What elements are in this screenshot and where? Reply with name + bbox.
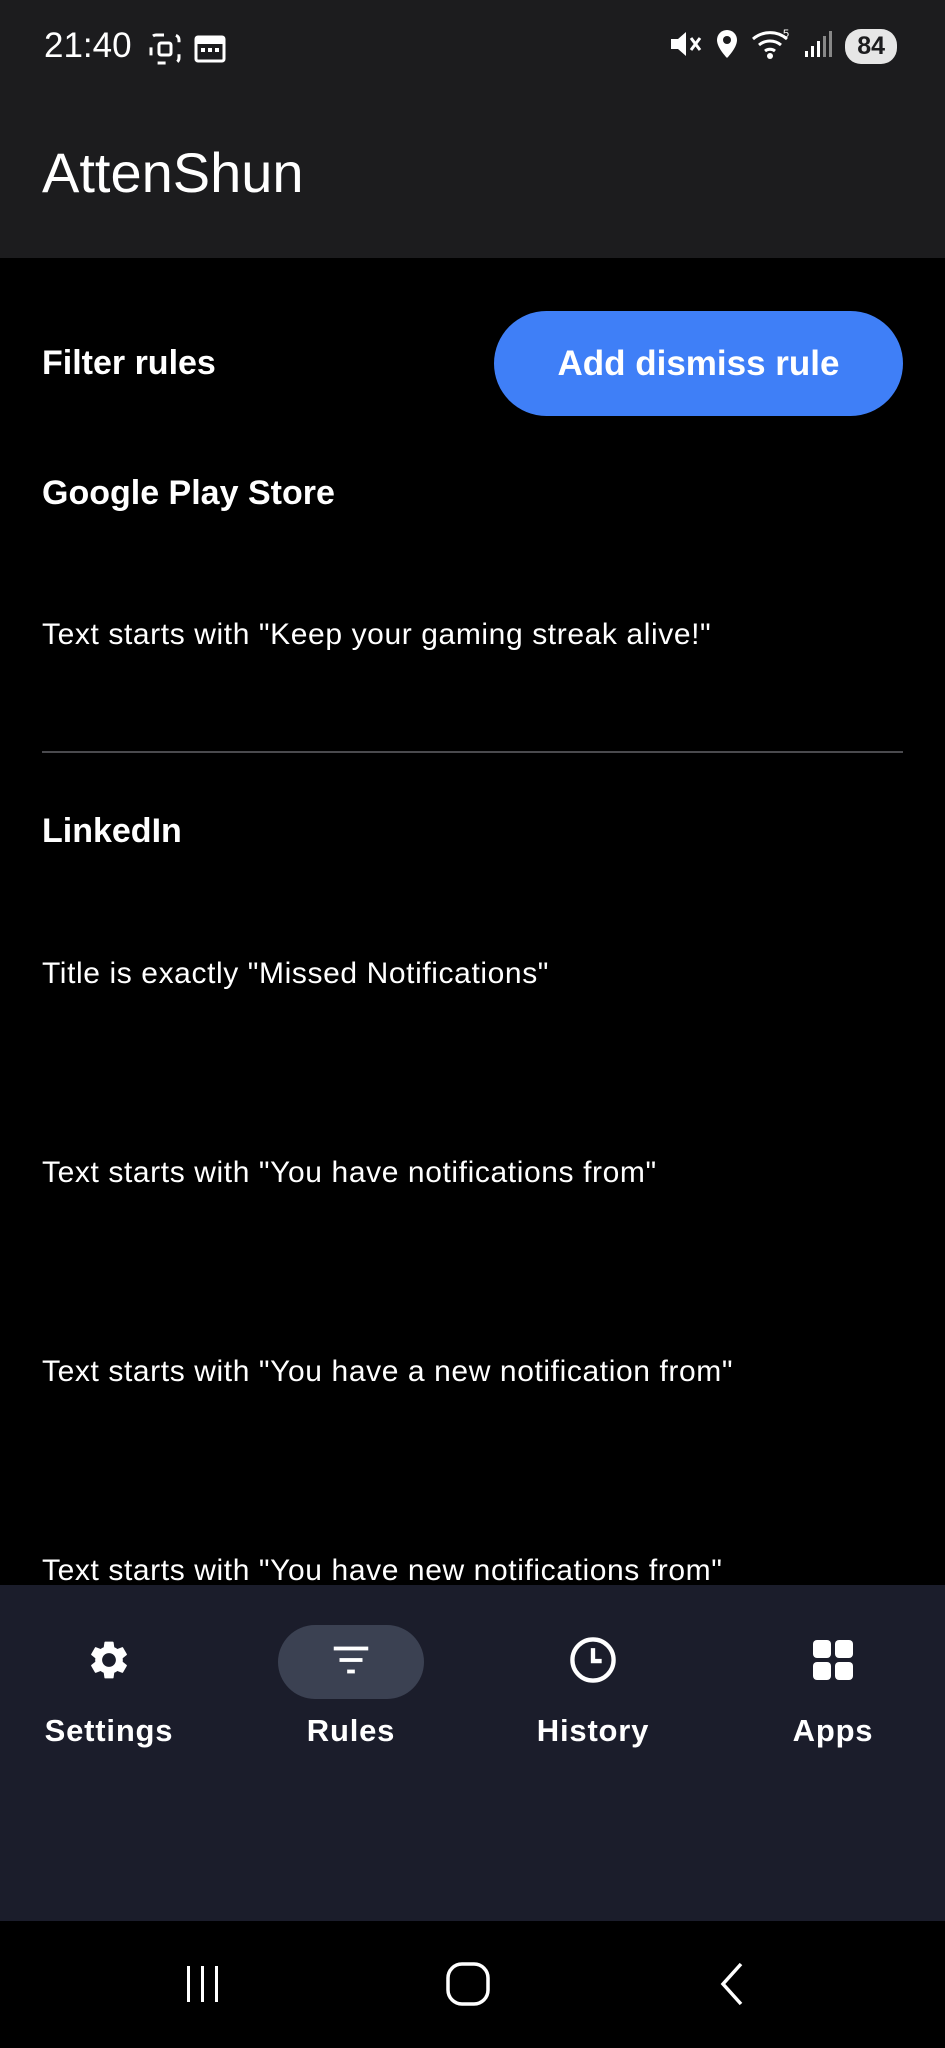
battery-indicator: 84: [845, 29, 897, 64]
back-icon: [713, 1960, 753, 2013]
recents-button[interactable]: [168, 1951, 238, 2021]
apps-grid-icon: [809, 1636, 857, 1689]
nav-label: History: [536, 1713, 650, 1748]
rule-group-app-name: Google Play Store: [42, 474, 335, 512]
nav-item-history[interactable]: History: [493, 1625, 693, 1775]
bottom-navigation: Settings Rules History Apps: [0, 1585, 945, 1921]
rule-item[interactable]: Title is exactly "Missed Notifications": [42, 957, 549, 991]
app-title: AttenShun: [42, 141, 304, 204]
nav-item-rules[interactable]: Rules: [251, 1625, 451, 1775]
filter-icon: [328, 1637, 374, 1688]
calendar-icon: [194, 32, 226, 71]
nav-label: Settings: [44, 1713, 174, 1748]
signal-icon: [803, 29, 833, 64]
rule-item[interactable]: Text starts with "You have a new notific…: [42, 1355, 733, 1389]
status-time: 21:40: [44, 26, 132, 65]
nav-label: Rules: [306, 1713, 396, 1748]
rule-item[interactable]: Text starts with "Keep your gaming strea…: [42, 618, 711, 652]
active-indicator: [278, 1625, 424, 1699]
screenshot-icon: [148, 32, 182, 71]
status-left-icons: [148, 32, 226, 71]
nav-item-apps[interactable]: Apps: [733, 1625, 933, 1775]
add-dismiss-rule-button[interactable]: Add dismiss rule: [494, 311, 903, 416]
status-right-icons: 5 84: [669, 28, 897, 65]
status-bar: 21:40 5 84: [0, 0, 945, 98]
back-button[interactable]: [698, 1951, 768, 2021]
system-navigation-bar: [0, 1921, 945, 2048]
nav-item-settings[interactable]: Settings: [9, 1625, 209, 1775]
filter-rules-header: Filter rules: [42, 344, 216, 382]
group-divider: [42, 751, 903, 753]
home-button[interactable]: [433, 1951, 503, 2021]
home-icon: [444, 1960, 492, 2013]
rules-content[interactable]: Filter rules Add dismiss rule Google Pla…: [0, 258, 945, 1585]
gear-icon: [86, 1637, 132, 1688]
wifi-icon: 5: [751, 28, 791, 65]
app-bar: AttenShun: [0, 98, 945, 258]
rule-item[interactable]: Text starts with "You have new notificat…: [42, 1554, 723, 1585]
clock-icon: [567, 1634, 619, 1691]
svg-text:5: 5: [783, 28, 789, 40]
nav-label: Apps: [792, 1713, 874, 1748]
rule-item[interactable]: Text starts with "You have notifications…: [42, 1156, 657, 1190]
mute-icon: [669, 28, 703, 65]
rule-group-app-name: LinkedIn: [42, 812, 182, 850]
location-icon: [715, 28, 739, 65]
recents-icon: [181, 1962, 225, 2011]
